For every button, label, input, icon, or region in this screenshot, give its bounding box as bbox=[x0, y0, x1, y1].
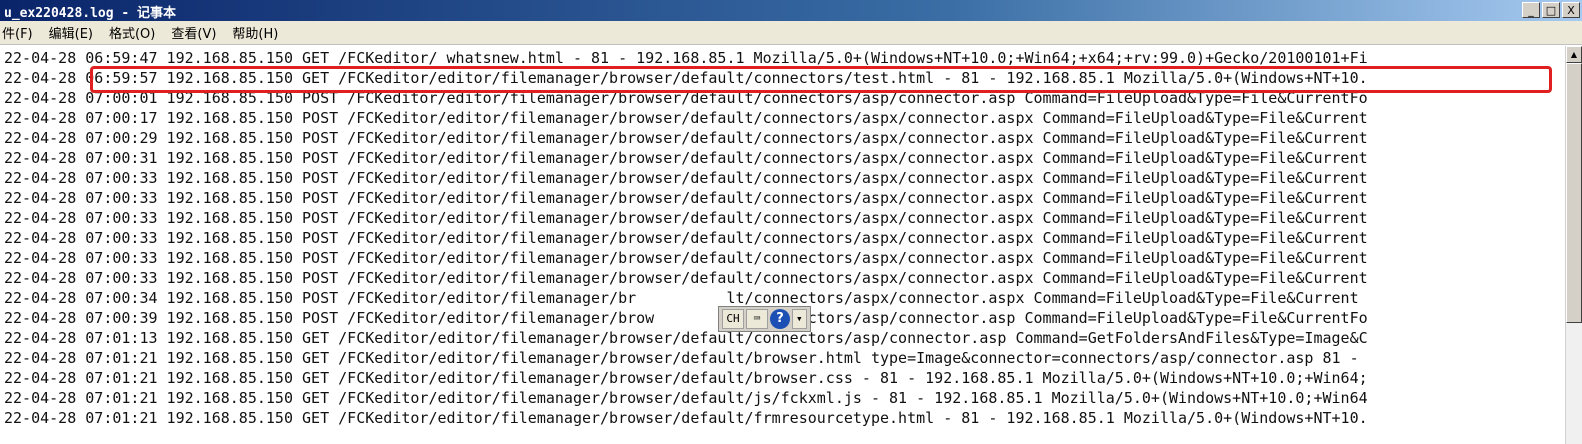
maximize-button[interactable]: □ bbox=[1542, 2, 1560, 18]
log-line: 22-04-28 07:01:13 192.168.85.150 GET /FC… bbox=[4, 329, 1368, 347]
log-line: 22-04-28 07:01:21 192.168.85.150 GET /FC… bbox=[4, 369, 1368, 387]
log-line: 22-04-28 07:00:39 192.168.85.150 POST /F… bbox=[4, 309, 1368, 327]
log-line: 22-04-28 07:00:34 192.168.85.150 POST /F… bbox=[4, 289, 1359, 307]
menu-bar: 件(F) 编辑(E) 格式(O) 查看(V) 帮助(H) bbox=[0, 21, 1582, 45]
log-line: 22-04-28 06:59:57 192.168.85.150 GET /FC… bbox=[4, 69, 1368, 87]
menu-view[interactable]: 查看(V) bbox=[163, 23, 224, 42]
window-title: u_ex220428.log - 记事本 bbox=[4, 6, 177, 21]
log-line: 22-04-28 07:01:21 192.168.85.150 GET /FC… bbox=[4, 349, 1359, 367]
log-line: 22-04-28 07:00:29 192.168.85.150 POST /F… bbox=[4, 129, 1368, 147]
help-icon[interactable]: ? bbox=[770, 309, 790, 329]
scroll-thumb[interactable] bbox=[1566, 63, 1582, 323]
close-button[interactable]: X bbox=[1562, 2, 1580, 18]
ime-language-button[interactable]: CH bbox=[722, 309, 744, 329]
log-line: 22-04-28 07:00:33 192.168.85.150 POST /F… bbox=[4, 229, 1368, 247]
log-line: 22-04-28 07:01:21 192.168.85.150 GET /FC… bbox=[4, 389, 1368, 407]
log-line: 22-04-28 06:59:47 192.168.85.150 GET /FC… bbox=[4, 49, 1368, 67]
log-line: 22-04-28 07:01:21 192.168.85.150 GET /FC… bbox=[4, 409, 1368, 427]
menu-edit[interactable]: 编辑(E) bbox=[41, 23, 101, 42]
log-line: 22-04-28 07:00:33 192.168.85.150 POST /F… bbox=[4, 169, 1368, 187]
log-line: 22-04-28 07:00:31 192.168.85.150 POST /F… bbox=[4, 149, 1368, 167]
menu-file[interactable]: 件(F) bbox=[0, 23, 41, 42]
title-bar: u_ex220428.log - 记事本 _ □ X bbox=[0, 0, 1582, 21]
log-line: 22-04-28 07:00:33 192.168.85.150 POST /F… bbox=[4, 249, 1368, 267]
minimize-button[interactable]: _ bbox=[1522, 2, 1540, 18]
log-line: 22-04-28 07:00:33 192.168.85.150 POST /F… bbox=[4, 189, 1368, 207]
menu-help[interactable]: 帮助(H) bbox=[224, 23, 286, 42]
log-line: 22-04-28 07:00:33 192.168.85.150 POST /F… bbox=[4, 209, 1368, 227]
log-text-area[interactable]: 22-04-28 06:59:47 192.168.85.150 GET /FC… bbox=[0, 46, 1565, 444]
ime-menu-chevron-down-icon[interactable]: ▾ bbox=[792, 309, 807, 329]
scroll-up-arrow-icon[interactable]: ▲ bbox=[1566, 46, 1582, 63]
vertical-scrollbar[interactable]: ▲ bbox=[1565, 46, 1582, 444]
log-line: 22-04-28 07:00:01 192.168.85.150 POST /F… bbox=[4, 89, 1368, 107]
window-controls: _ □ X bbox=[1522, 2, 1580, 18]
keyboard-icon[interactable]: ⌨ bbox=[746, 309, 768, 329]
log-line: 22-04-28 07:00:17 192.168.85.150 POST /F… bbox=[4, 109, 1368, 127]
log-line: 22-04-28 07:00:33 192.168.85.150 POST /F… bbox=[4, 269, 1368, 287]
menu-format[interactable]: 格式(O) bbox=[101, 23, 163, 42]
ime-toolbar: CH ⌨ ? ▾ bbox=[718, 306, 811, 332]
